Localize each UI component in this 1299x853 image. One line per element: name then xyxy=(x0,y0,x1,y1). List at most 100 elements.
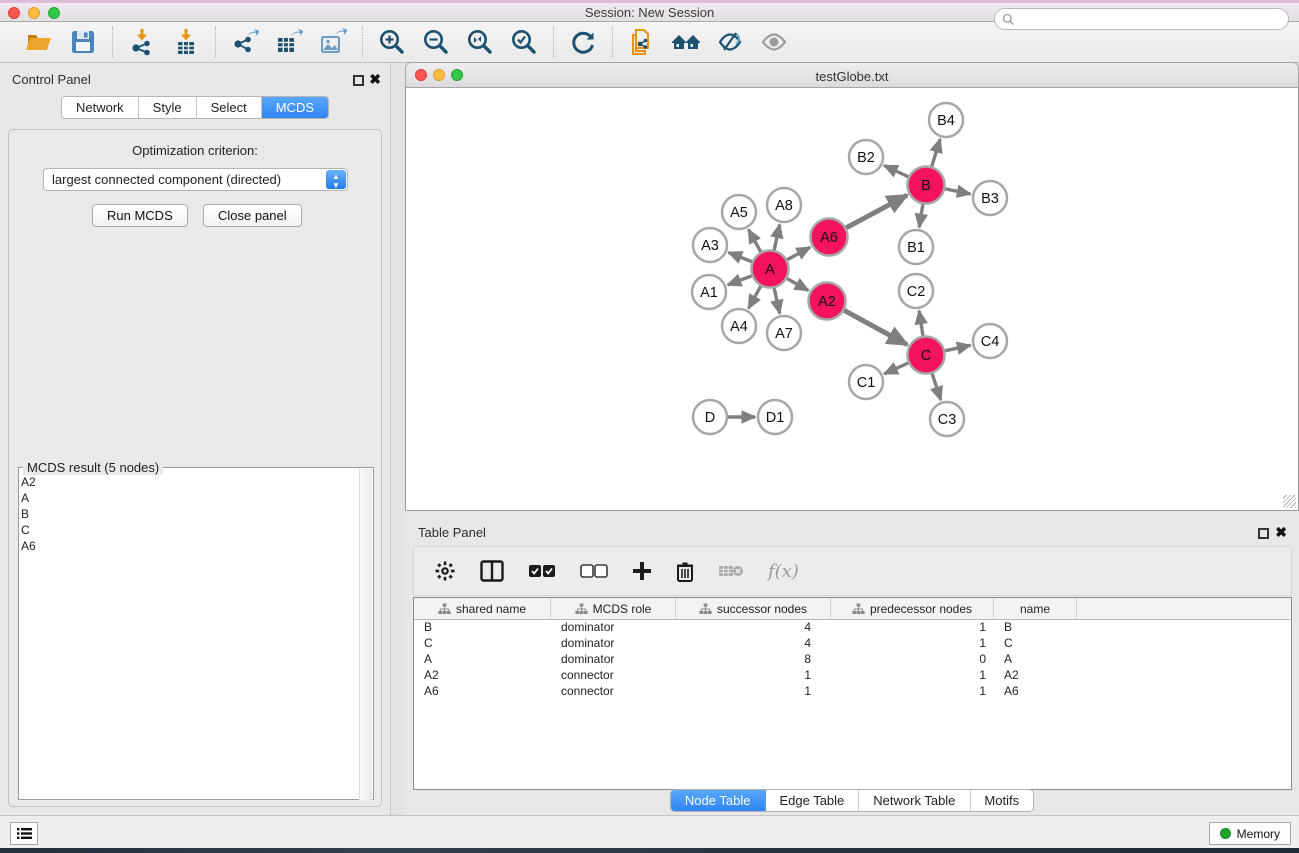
edge-B-B1[interactable] xyxy=(919,204,923,227)
import-table-icon[interactable] xyxy=(171,27,201,57)
resize-grip-icon[interactable] xyxy=(1283,495,1296,508)
edge-A-A6[interactable] xyxy=(787,247,810,259)
edge-A-A3[interactable] xyxy=(729,252,752,261)
node-A3[interactable]: A3 xyxy=(693,228,727,262)
select-all-icon[interactable] xyxy=(528,564,556,578)
column-header-shared-name[interactable]: shared name xyxy=(414,598,551,619)
table-row[interactable]: Adominator80A xyxy=(414,652,1291,668)
column-header-predecessor-nodes[interactable]: predecessor nodes xyxy=(831,598,994,619)
edge-C-C4[interactable] xyxy=(945,345,970,351)
edge-B-B2[interactable] xyxy=(884,165,908,176)
node-A4[interactable]: A4 xyxy=(722,309,756,343)
add-row-icon[interactable] xyxy=(632,561,652,581)
result-item[interactable]: B xyxy=(21,506,36,522)
zoom-selected-icon[interactable] xyxy=(509,27,539,57)
edge-A6-B[interactable] xyxy=(846,195,907,228)
node-B[interactable]: B xyxy=(908,167,945,204)
edge-A-A5[interactable] xyxy=(749,230,761,252)
node-B4[interactable]: B4 xyxy=(929,103,963,137)
edge-A-A8[interactable] xyxy=(774,225,780,250)
run-mcds-button[interactable]: Run MCDS xyxy=(92,204,188,227)
zoom-fit-icon[interactable] xyxy=(465,27,495,57)
refresh-icon[interactable] xyxy=(568,27,598,57)
node-A5[interactable]: A5 xyxy=(722,195,756,229)
edge-C-C3[interactable] xyxy=(932,374,941,400)
task-history-button[interactable] xyxy=(10,822,38,845)
tab-edge-table[interactable]: Edge Table xyxy=(765,790,859,811)
edge-A-A2[interactable] xyxy=(787,279,808,291)
import-network-icon[interactable] xyxy=(127,27,157,57)
node-B2[interactable]: B2 xyxy=(849,140,883,174)
tab-mcds[interactable]: MCDS xyxy=(262,97,328,118)
tab-motifs[interactable]: Motifs xyxy=(970,790,1033,811)
table-row[interactable]: A2connector11A2 xyxy=(414,668,1291,684)
show-graphics-icon[interactable] xyxy=(759,27,789,57)
table-close-panel-icon[interactable]: ✖ xyxy=(1275,527,1287,538)
table-row[interactable]: A6connector11A6 xyxy=(414,684,1291,700)
network-canvas[interactable]: B4 B2 B B3 A8 A5 A6 A3 B1 A C2 A1 A2 A4 A7 C4 C C1 C3 D D1 xyxy=(405,88,1299,511)
tab-style[interactable]: Style xyxy=(139,97,197,118)
node-C4[interactable]: C4 xyxy=(973,324,1007,358)
edge-A-A1[interactable] xyxy=(728,276,752,285)
node-D1[interactable]: D1 xyxy=(758,400,792,434)
open-file-icon[interactable] xyxy=(24,27,54,57)
tab-select[interactable]: Select xyxy=(197,97,262,118)
export-image-icon[interactable] xyxy=(318,27,348,57)
save-session-icon[interactable] xyxy=(68,27,98,57)
node-D[interactable]: D xyxy=(693,400,727,434)
delete-rows-icon[interactable] xyxy=(676,561,694,582)
network-window-titlebar[interactable]: testGlobe.txt xyxy=(405,62,1299,88)
edge-B-B4[interactable] xyxy=(932,139,940,166)
column-header-successor-nodes[interactable]: successor nodes xyxy=(676,598,831,619)
home-view-icon[interactable] xyxy=(671,27,701,57)
column-header-MCDS-role[interactable]: MCDS role xyxy=(551,598,676,619)
float-panel-icon[interactable] xyxy=(353,73,364,91)
node-C3[interactable]: C3 xyxy=(930,402,964,436)
node-C[interactable]: C xyxy=(908,337,945,374)
node-A1[interactable]: A1 xyxy=(692,275,726,309)
node-A7[interactable]: A7 xyxy=(767,316,801,350)
edge-C-C1[interactable] xyxy=(884,363,908,374)
node-B3[interactable]: B3 xyxy=(973,181,1007,215)
node-B1[interactable]: B1 xyxy=(899,230,933,264)
tab-node-table[interactable]: Node Table xyxy=(671,790,766,811)
mcds-result-list[interactable]: A2ABCA6 xyxy=(21,474,36,554)
table-float-panel-icon[interactable] xyxy=(1258,526,1269,544)
node-A[interactable]: A xyxy=(752,251,789,288)
split-columns-icon[interactable] xyxy=(480,560,504,582)
close-panel-icon[interactable]: ✖ xyxy=(369,74,381,85)
clone-network-icon[interactable] xyxy=(627,27,657,57)
node-C2[interactable]: C2 xyxy=(899,274,933,308)
table-row[interactable]: Cdominator41C xyxy=(414,636,1291,652)
close-panel-button[interactable]: Close panel xyxy=(203,204,302,227)
node-A6[interactable]: A6 xyxy=(811,219,848,256)
memory-button[interactable]: Memory xyxy=(1209,822,1291,845)
optimization-criterion-select[interactable]: largest connected component (directed) ▲… xyxy=(43,168,348,191)
column-header-name[interactable]: name xyxy=(994,598,1077,619)
gear-icon[interactable] xyxy=(434,560,456,582)
edge-B-B3[interactable] xyxy=(945,189,970,194)
tab-network[interactable]: Network xyxy=(62,97,139,118)
result-item[interactable]: A xyxy=(21,490,36,506)
search-input[interactable] xyxy=(994,8,1289,30)
zoom-out-icon[interactable] xyxy=(421,27,451,57)
edge-A2-C[interactable] xyxy=(844,310,907,344)
result-item[interactable]: A6 xyxy=(21,538,36,554)
tab-network-table[interactable]: Network Table xyxy=(859,790,970,811)
export-network-icon[interactable] xyxy=(230,27,260,57)
node-A2[interactable]: A2 xyxy=(809,283,846,320)
result-item[interactable]: C xyxy=(21,522,36,538)
deselect-all-icon[interactable] xyxy=(580,564,608,578)
node-A8[interactable]: A8 xyxy=(767,188,801,222)
edge-A-A7[interactable] xyxy=(774,288,780,313)
hide-annotations-icon[interactable] xyxy=(715,27,745,57)
table-row[interactable]: Bdominator41B xyxy=(414,620,1291,636)
export-table-icon[interactable] xyxy=(274,27,304,57)
result-item[interactable]: A2 xyxy=(21,474,36,490)
table-cell: 4 xyxy=(676,636,831,652)
zoom-in-icon[interactable] xyxy=(377,27,407,57)
edge-C-C2[interactable] xyxy=(919,311,923,336)
result-scrollbar[interactable] xyxy=(359,469,372,800)
node-C1[interactable]: C1 xyxy=(849,365,883,399)
edge-A-A4[interactable] xyxy=(749,286,761,308)
